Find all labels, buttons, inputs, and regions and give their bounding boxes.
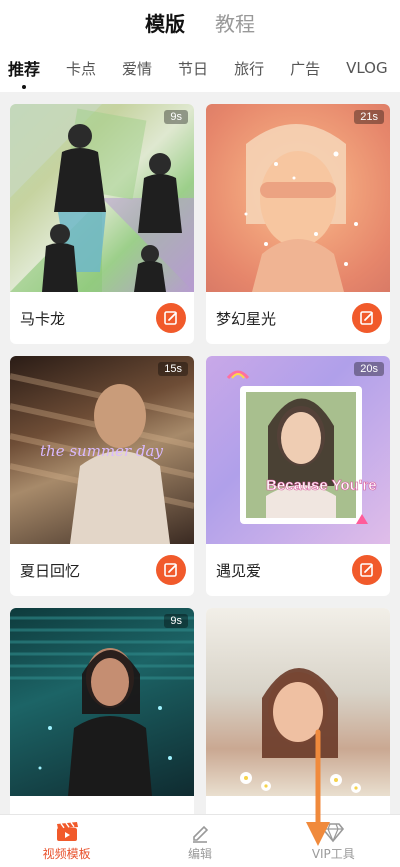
duration-badge: 21s <box>354 110 384 124</box>
edit-template-button[interactable] <box>352 555 382 585</box>
template-info: 马卡龙 <box>10 292 194 344</box>
edit-icon <box>164 311 177 325</box>
thumbnail-art: the summer day <box>10 373 194 544</box>
template-card[interactable]: the summer day 15s 夏日回忆 <box>10 356 194 596</box>
nav-label: 视频模板 <box>42 846 91 861</box>
template-title: 马卡龙 <box>20 309 66 328</box>
template-card[interactable]: Because You're 20s 遇见爱 <box>206 356 390 596</box>
template-thumbnail[interactable]: 9s <box>10 608 194 796</box>
diamond-icon <box>322 822 345 842</box>
thumbnail-art: Because You're <box>226 370 377 524</box>
edit-icon <box>360 563 373 577</box>
template-thumbnail[interactable]: 21s <box>206 104 390 292</box>
tab-tutorials[interactable]: 教程 <box>215 8 255 37</box>
tab-templates[interactable]: 模版 <box>145 8 185 37</box>
top-tab-bar: 模版 教程 <box>0 0 400 44</box>
category-recommend[interactable]: 推荐 <box>8 56 41 89</box>
edit-template-button[interactable] <box>156 303 186 333</box>
thumbnail-overlay-text: the summer day <box>40 442 163 460</box>
app-screen: 模版 教程 推荐 卡点 爱情 节日 旅行 广告 VLOG 9s 马卡龙 21s … <box>0 0 400 867</box>
template-title: 遇见爱 <box>216 561 262 580</box>
template-thumbnail[interactable]: Because You're 20s <box>206 356 390 544</box>
template-grid: 9s 马卡龙 21s 梦幻星光 the summer day 15s 夏日回忆 … <box>0 92 400 814</box>
thumbnail-art <box>10 104 194 292</box>
duration-badge: 9s <box>164 110 188 124</box>
thumbnail-overlay-text: Because You're <box>266 477 377 494</box>
category-bar: 推荐 卡点 爱情 节日 旅行 广告 VLOG <box>0 44 400 92</box>
nav-video-templates[interactable]: 视频模板 <box>0 815 133 867</box>
duration-badge: 20s <box>354 362 384 376</box>
pencil-icon <box>192 825 209 843</box>
edit-icon <box>164 563 177 577</box>
category-love[interactable]: 爱情 <box>122 58 152 79</box>
bottom-nav: 视频模板 编辑 VIP工具 <box>0 814 400 867</box>
duration-badge: 15s <box>158 362 188 376</box>
thumbnail-art <box>10 616 194 796</box>
nav-edit[interactable]: 编辑 <box>133 815 266 867</box>
template-info: 夏日回忆 <box>10 544 194 596</box>
template-card[interactable]: 9s <box>10 608 194 814</box>
template-thumbnail[interactable] <box>206 608 390 796</box>
nav-vip-tools[interactable]: VIP工具 <box>267 815 400 867</box>
template-info: 遇见爱 <box>206 544 390 596</box>
thumbnail-art <box>240 668 361 793</box>
category-travel[interactable]: 旅行 <box>234 58 264 79</box>
active-indicator <box>22 85 26 89</box>
thumbnail-art <box>244 124 358 292</box>
edit-template-button[interactable] <box>156 555 186 585</box>
template-thumbnail[interactable]: 9s <box>10 104 194 292</box>
template-thumbnail[interactable]: the summer day 15s <box>10 356 194 544</box>
duration-badge: 9s <box>164 614 188 628</box>
category-label: 推荐 <box>8 60 41 79</box>
category-beat[interactable]: 卡点 <box>66 58 96 79</box>
category-holiday[interactable]: 节日 <box>178 58 208 79</box>
category-vlog[interactable]: VLOG <box>346 59 388 77</box>
nav-label: VIP工具 <box>311 846 355 861</box>
template-info: 梦幻星光 <box>206 292 390 344</box>
template-title: 夏日回忆 <box>20 561 81 580</box>
category-ads[interactable]: 广告 <box>290 58 320 79</box>
clapperboard-icon <box>56 821 78 841</box>
template-card[interactable] <box>206 608 390 814</box>
edit-template-button[interactable] <box>352 303 382 333</box>
edit-icon <box>360 311 373 325</box>
nav-label: 编辑 <box>187 846 212 861</box>
template-card[interactable]: 21s 梦幻星光 <box>206 104 390 344</box>
template-title: 梦幻星光 <box>216 309 277 328</box>
template-card[interactable]: 9s 马卡龙 <box>10 104 194 344</box>
